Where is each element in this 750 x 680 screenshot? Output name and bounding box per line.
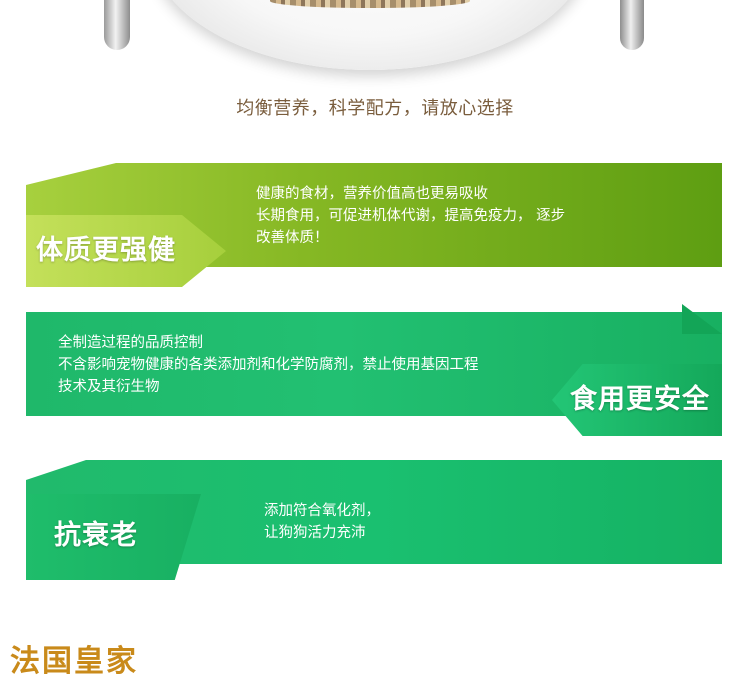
feature-title: 抗衰老 <box>54 520 138 551</box>
description-line: 健康的食材，营养价值高也更易吸收 <box>256 186 488 202</box>
feature-description: 添加符合氧化剂， 让狗狗活力充沛 <box>264 500 380 544</box>
feature-description: 全制造过程的品质控制 不含影响宠物健康的各类添加剂和化学防腐剂，禁止使用基因工程… <box>58 332 479 398</box>
hero-image <box>0 0 750 90</box>
feature-title: 体质更强健 <box>36 235 176 266</box>
feature-description: 健康的食材，营养价值高也更易吸收 长期食用，可促进机体代谢，提高免疫力， 逐步 … <box>256 183 565 249</box>
description-line: 让狗狗活力充沛 <box>264 525 366 541</box>
tagline: 均衡营养，科学配方，请放心选择 <box>236 98 514 119</box>
fork-icon <box>620 0 644 50</box>
description-line: 长期食用，可促进机体代谢，提高免疫力， 逐步 <box>256 208 566 224</box>
description-line: 全制造过程的品质控制 <box>58 335 203 351</box>
feature-band-anti-aging: 抗衰老 添加符合氧化剂， 让狗狗活力充沛 <box>26 460 722 580</box>
description-line: 改善体质！ <box>256 230 329 246</box>
description-line: 技术及其衍生物 <box>58 379 160 395</box>
next-section-title: 法国皇家 <box>10 644 138 679</box>
description-line: 不含影响宠物健康的各类添加剂和化学防腐剂，禁止使用基因工程 <box>58 357 479 373</box>
feature-band-safety: 食用更安全 全制造过程的品质控制 不含影响宠物健康的各类添加剂和化学防腐剂，禁止… <box>26 304 722 436</box>
spoon-icon <box>104 0 130 50</box>
plate-image <box>150 0 590 70</box>
description-line: 添加符合氧化剂， <box>264 503 380 519</box>
feature-band-health: 体质更强健 健康的食材，营养价值高也更易吸收 长期食用，可促进机体代谢，提高免疫… <box>26 163 722 287</box>
feature-title: 食用更安全 <box>570 384 710 415</box>
